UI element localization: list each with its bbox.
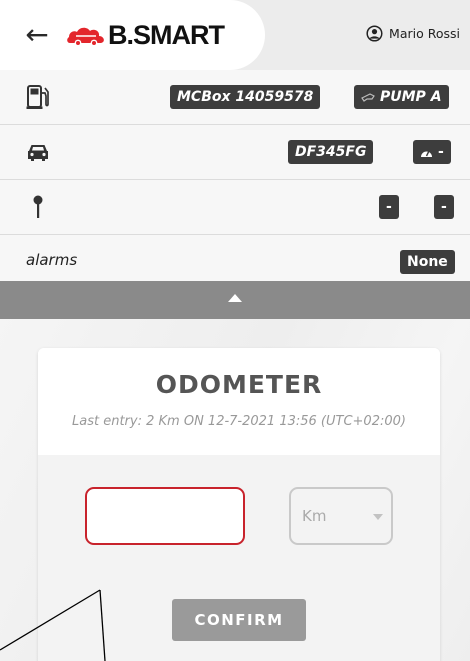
card-header: ODOMETER Last entry: 2 Km ON 12-7-2021 1…: [38, 348, 440, 455]
main-area: ODOMETER Last entry: 2 Km ON 12-7-2021 1…: [0, 319, 470, 661]
gauge-chip: -: [413, 140, 451, 164]
cloud-car-icon: [67, 27, 104, 47]
car-icon: [28, 145, 48, 161]
unit-selected-value: Km: [302, 507, 327, 525]
pump-chip-label: PUMP A: [380, 89, 442, 105]
chevron-down-icon: [373, 514, 383, 520]
arrow-left-icon[interactable]: ←: [22, 18, 52, 52]
mcbox-chip: MCBox 14059578: [170, 85, 321, 109]
last-entry-text: Last entry: 2 Km ON 12-7-2021 13:56 (UTC…: [72, 414, 406, 429]
location-chip-2: -: [434, 195, 454, 219]
alarms-label: alarms: [26, 251, 78, 269]
header: ← B.SMART Mario Rossi: [0, 0, 470, 70]
caret-up-icon: [228, 294, 242, 302]
pump-row: MCBox 14059578 PUMP A: [0, 70, 470, 125]
user-name: Mario Rossi: [389, 26, 460, 41]
location-chip-1: -: [379, 195, 399, 219]
brand-logo: B.SMART: [66, 20, 225, 50]
vehicle-row: DF345FG -: [0, 125, 470, 180]
odometer-title: ODOMETER: [155, 370, 323, 399]
pump-chip: PUMP A: [354, 85, 449, 109]
user-circle-icon: [366, 25, 383, 42]
alarms-chip: None: [400, 250, 455, 274]
gauge-icon: [421, 150, 432, 157]
plate-chip: DF345FG: [288, 140, 374, 164]
odometer-card: ODOMETER Last entry: 2 Km ON 12-7-2021 1…: [38, 348, 440, 661]
info-rows: MCBox 14059578 PUMP A DF345FG - - - alar…: [0, 70, 470, 289]
confirm-button[interactable]: CONFIRM: [172, 599, 306, 641]
odometer-input[interactable]: [85, 487, 245, 545]
user-menu[interactable]: Mario Rossi: [366, 25, 460, 42]
fuel-pump-icon: [26, 85, 49, 109]
collapse-bar[interactable]: [0, 281, 470, 319]
nozzle-icon: [361, 93, 375, 102]
brand-name: B.SMART: [108, 20, 225, 50]
gauge-chip-label: -: [438, 144, 444, 160]
location-pin-icon: [33, 195, 43, 218]
unit-select[interactable]: Km: [289, 487, 393, 545]
card-body: Km CONFIRM: [38, 455, 440, 661]
location-row: - -: [0, 180, 470, 235]
